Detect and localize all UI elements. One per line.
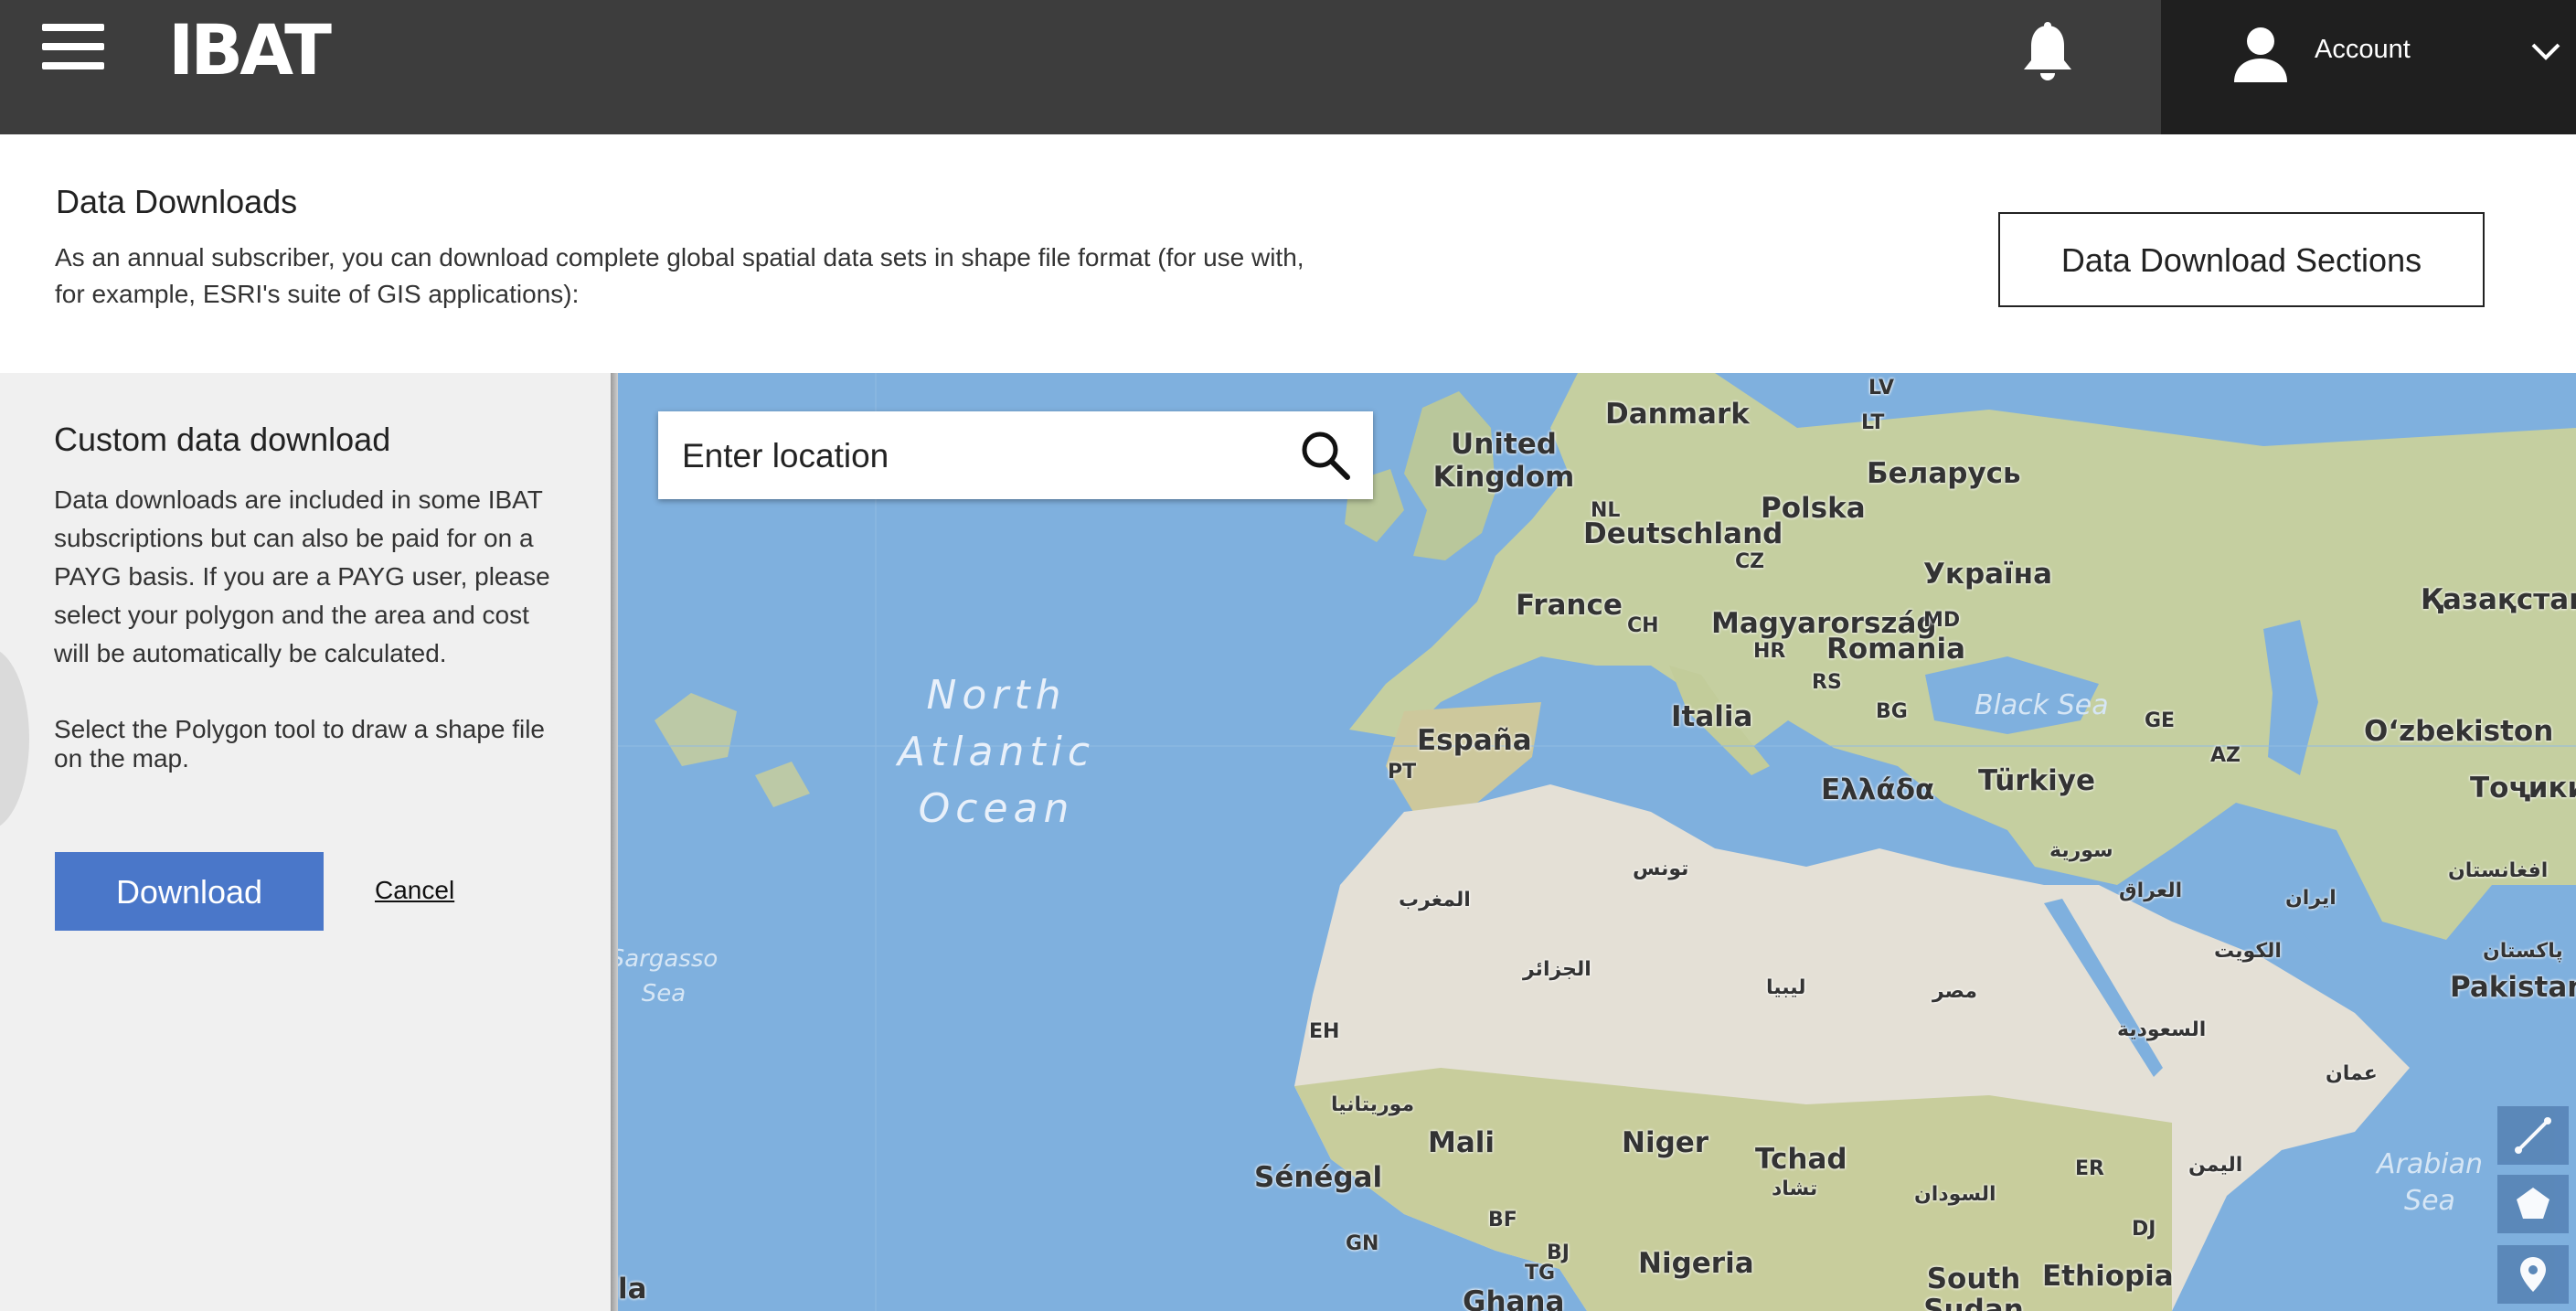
map-label: United Kingdom xyxy=(1432,428,1575,494)
map-label: Mali xyxy=(1428,1126,1496,1159)
location-search-input[interactable] xyxy=(680,428,1287,485)
map-label: BF xyxy=(1488,1209,1517,1231)
map-label: سورية xyxy=(2049,839,2113,862)
draw-line-tool[interactable] xyxy=(2497,1106,2569,1165)
map-label: اليمن xyxy=(2188,1154,2243,1177)
map-label: تونس xyxy=(1633,858,1689,880)
marker-icon xyxy=(2520,1257,2546,1292)
map-label: Nigeria xyxy=(1638,1247,1754,1280)
map-label: مصر xyxy=(1932,980,1977,1003)
panel-title: Custom data download xyxy=(54,421,391,458)
map-label: South Sudan xyxy=(1923,1263,2024,1311)
map-label: Romania xyxy=(1826,633,1966,666)
map-label: North Atlantic Ocean xyxy=(897,672,1096,832)
map-label: Sénégal xyxy=(1254,1161,1383,1194)
map-label: Arabian Sea xyxy=(2377,1148,2484,1217)
map-label: France xyxy=(1516,589,1623,622)
map[interactable]: Danmark LV LT United Kingdom Беларусь NL… xyxy=(618,373,2576,1311)
map-label: Pakistan xyxy=(2450,971,2576,1004)
map-label: MD xyxy=(1923,609,1961,632)
map-label: تشاد xyxy=(1772,1178,1818,1200)
map-label: المغرب xyxy=(1399,889,1471,911)
map-label: الجزائر xyxy=(1523,958,1591,981)
location-search xyxy=(658,411,1373,499)
map-label: افغانستان xyxy=(2448,859,2549,882)
map-label: Niger xyxy=(1622,1126,1709,1159)
page-description: As an annual subscriber, you can downloa… xyxy=(55,243,1304,308)
map-label: PT xyxy=(1388,761,1417,783)
place-marker-tool[interactable] xyxy=(2497,1245,2569,1304)
panel-description: Data downloads are included in some IBAT… xyxy=(54,485,550,667)
map-label: LT xyxy=(1861,411,1885,434)
map-label: Ελλάδα xyxy=(1821,773,1935,806)
map-label: السعودية xyxy=(2117,1018,2207,1041)
map-label: LV xyxy=(1868,377,1895,400)
map-label: Ethiopia xyxy=(2042,1260,2174,1293)
line-icon xyxy=(2515,1117,2551,1154)
map-label: عمان xyxy=(2326,1062,2378,1085)
map-label: BG xyxy=(1876,700,1908,723)
map-label: Қазақстан xyxy=(2421,583,2576,616)
top-bar: IBAT Account xyxy=(0,0,2576,134)
panel-collapse-handle[interactable] xyxy=(0,647,29,830)
map-label: EH xyxy=(1309,1020,1340,1043)
map-label: la xyxy=(618,1273,647,1306)
map-label: DJ xyxy=(2132,1218,2156,1241)
map-label: السودان xyxy=(1914,1183,1996,1206)
map-label: GE xyxy=(2145,709,2176,732)
map-label: Italia xyxy=(1671,700,1753,733)
map-label: ایران xyxy=(2285,887,2336,910)
account-label: Account xyxy=(2315,35,2411,64)
draw-polygon-tool[interactable] xyxy=(2497,1175,2569,1233)
map-label: Türkiye xyxy=(1978,764,2096,797)
map-label: Oʻzbekiston xyxy=(2364,715,2554,748)
map-label: Беларусь xyxy=(1867,457,2021,490)
map-label: Тоҷики xyxy=(2470,772,2576,805)
map-label: Deutschland xyxy=(1583,517,1783,550)
map-label: موريتانيا xyxy=(1331,1093,1415,1116)
map-label: Україна xyxy=(1923,558,2053,591)
map-label: الكويت xyxy=(2214,940,2282,963)
panel-divider xyxy=(611,373,618,1311)
cancel-link[interactable]: Cancel xyxy=(375,876,454,905)
map-label: ER xyxy=(2075,1157,2104,1180)
account-menu[interactable]: Account xyxy=(2161,0,2576,134)
map-label: RS xyxy=(1812,671,1842,694)
map-label: CH xyxy=(1627,614,1659,637)
logo-text: IBAT xyxy=(168,9,332,91)
user-icon xyxy=(2234,27,2287,82)
bell-icon[interactable] xyxy=(2020,22,2075,86)
ibat-logo[interactable]: IBAT xyxy=(168,11,362,90)
chevron-down-icon xyxy=(2531,43,2560,60)
map-label: ليبيا xyxy=(1766,976,1806,999)
map-label: AZ xyxy=(2210,744,2241,767)
page-title: Data Downloads xyxy=(56,183,298,220)
map-label: GN xyxy=(1346,1232,1379,1255)
map-label: Sargasso Sea xyxy=(618,945,719,1007)
download-button[interactable]: Download xyxy=(55,852,324,931)
panel-instruction: Select the Polygon tool to draw a shape … xyxy=(54,715,546,773)
map-label: العراق xyxy=(2119,879,2183,902)
map-label: Black Sea xyxy=(1975,689,2109,721)
map-label: Ghana xyxy=(1463,1285,1565,1311)
map-label: HR xyxy=(1753,640,1786,663)
map-label: España xyxy=(1417,724,1532,757)
map-label: پاکستان xyxy=(2483,940,2563,963)
map-label: Tchad xyxy=(1755,1143,1847,1176)
map-label: Danmark xyxy=(1605,398,1750,431)
custom-download-panel: Custom data download Data downloads are … xyxy=(0,373,611,1311)
search-icon[interactable] xyxy=(1300,430,1351,481)
map-label: CZ xyxy=(1735,550,1765,573)
data-download-sections-button[interactable]: Data Download Sections xyxy=(1998,212,2485,307)
map-label: TG xyxy=(1525,1262,1556,1284)
hamburger-icon[interactable] xyxy=(42,24,106,69)
pentagon-icon xyxy=(2517,1188,2549,1219)
